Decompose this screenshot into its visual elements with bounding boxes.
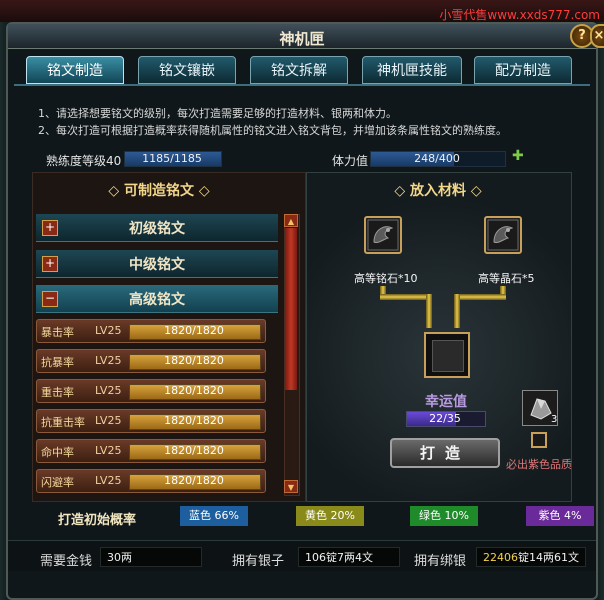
inscription-row[interactable]: 闪避率 LV25 1820/1820: [36, 469, 266, 493]
tab-shenjixia-skill[interactable]: 神机匣技能: [362, 56, 462, 84]
row-value: 1820/1820: [164, 384, 224, 397]
window-title: 神机匣: [279, 30, 325, 48]
row-level: LV25: [95, 414, 122, 427]
material-label-2: 高等晶石*5: [478, 272, 535, 285]
scroll-up-icon[interactable]: ▲: [284, 214, 298, 227]
owned-silver-value: 106锭7两4文: [298, 547, 400, 567]
tab-divider: [14, 84, 590, 86]
material-label-1: 高等铭石*10: [354, 272, 418, 285]
row-level: LV25: [95, 444, 122, 457]
scroll-down-icon[interactable]: ▼: [284, 480, 298, 493]
chance-blue: 蓝色 66%: [180, 506, 248, 526]
luck-label: 幸运值: [425, 394, 467, 410]
owned-bound-silver-value: 22406锭14两61文: [476, 547, 586, 567]
add-stamina-icon[interactable]: ✚: [512, 148, 524, 164]
instruction-line-2: 2、每次打造可根据打造概率获得随机属性的铭文进入铭文背包，并增加该条属性铭文的熟…: [38, 124, 507, 137]
owned-bound-silver-label: 拥有绑银: [414, 554, 467, 569]
luck-value: 22/35: [429, 412, 461, 425]
inscription-row[interactable]: 暴击率 LV25 1820/1820: [36, 319, 266, 343]
pipe-left-join: [426, 294, 432, 328]
output-item-icon: [432, 340, 464, 372]
pipe-left-across: [380, 294, 432, 300]
pipe-right-across: [454, 294, 506, 300]
row-name: 暴击率: [41, 326, 74, 339]
bound-silver-ingot-count: 22406: [483, 551, 518, 564]
row-value: 1820/1820: [164, 324, 224, 337]
row-value: 1820/1820: [164, 474, 224, 487]
category-advanced[interactable]: − 高级铭文: [36, 285, 278, 313]
category-label: 高级铭文: [129, 292, 185, 308]
inscription-row[interactable]: 抗重击率 LV25 1820/1820: [36, 409, 266, 433]
row-value: 1820/1820: [164, 444, 224, 457]
tab-inscription-inlay[interactable]: 铭文镶嵌: [138, 56, 236, 84]
bound-silver-rest: 锭14两61文: [518, 551, 579, 564]
category-intermediate[interactable]: + 中级铭文: [36, 250, 278, 278]
need-money-label: 需要金钱: [40, 554, 93, 569]
proficiency-value: 1185/1185: [142, 152, 202, 165]
instruction-line-1: 1、请选择想要铭文的级别，每次打造需要足够的打造材料、银两和体力。: [38, 107, 397, 120]
materials-title: ◇ 放入材料 ◇: [394, 183, 482, 199]
scrollbar-thumb[interactable]: [285, 228, 297, 390]
material-slot-1[interactable]: [364, 216, 402, 254]
material-slot-2[interactable]: [484, 216, 522, 254]
row-name: 闪避率: [41, 476, 74, 489]
row-value: 1820/1820: [164, 354, 224, 367]
forge-button[interactable]: 打造: [390, 438, 500, 468]
category-label: 中级铭文: [129, 257, 185, 273]
tab-inscription-dismantle[interactable]: 铭文拆解: [250, 56, 348, 84]
watermark: 小雪代售www.xxds777.com: [439, 8, 600, 22]
close-button[interactable]: ×: [590, 24, 604, 48]
pipe-right-join: [454, 294, 460, 328]
row-value: 1820/1820: [164, 414, 224, 427]
category-basic[interactable]: + 初级铭文: [36, 214, 278, 242]
row-name: 命中率: [41, 446, 74, 459]
row-level: LV25: [95, 324, 122, 337]
category-label: 初级铭文: [129, 221, 185, 237]
row-level: LV25: [95, 384, 122, 397]
purple-quality-checkbox[interactable]: [531, 432, 547, 448]
row-level: LV25: [95, 474, 122, 487]
owned-silver-label: 拥有银子: [232, 554, 285, 569]
row-name: 抗暴率: [41, 356, 74, 369]
tab-inscription-craft[interactable]: 铭文制造: [26, 56, 124, 84]
stamina-label: 体力值: [332, 154, 369, 168]
lucky-stone-count: 3: [551, 414, 558, 425]
dragon-seal-icon: [367, 219, 399, 251]
inscription-row[interactable]: 抗暴率 LV25 1820/1820: [36, 349, 266, 373]
stamina-value: 248/400: [414, 152, 460, 165]
tab-recipe-craft[interactable]: 配方制造: [474, 56, 572, 84]
chance-green: 绿色 10%: [410, 506, 478, 526]
row-name: 抗重击率: [41, 416, 85, 429]
craftable-list-title: ◇ 可制造铭文 ◇: [108, 183, 210, 199]
chance-purple: 紫色 4%: [526, 506, 594, 526]
proficiency-label: 熟练度等级40: [46, 154, 122, 168]
initial-chance-title: 打造初始概率: [58, 513, 137, 528]
need-money-value: 30两: [100, 547, 202, 567]
row-level: LV25: [95, 354, 122, 367]
inscription-row[interactable]: 重击率 LV25 1820/1820: [36, 379, 266, 403]
purple-quality-label: 必出紫色品质: [506, 458, 572, 471]
inscription-row[interactable]: 命中率 LV25 1820/1820: [36, 439, 266, 463]
chance-yellow: 黄色 20%: [296, 506, 364, 526]
row-name: 重击率: [41, 386, 74, 399]
dragon-seal-icon: [487, 219, 519, 251]
